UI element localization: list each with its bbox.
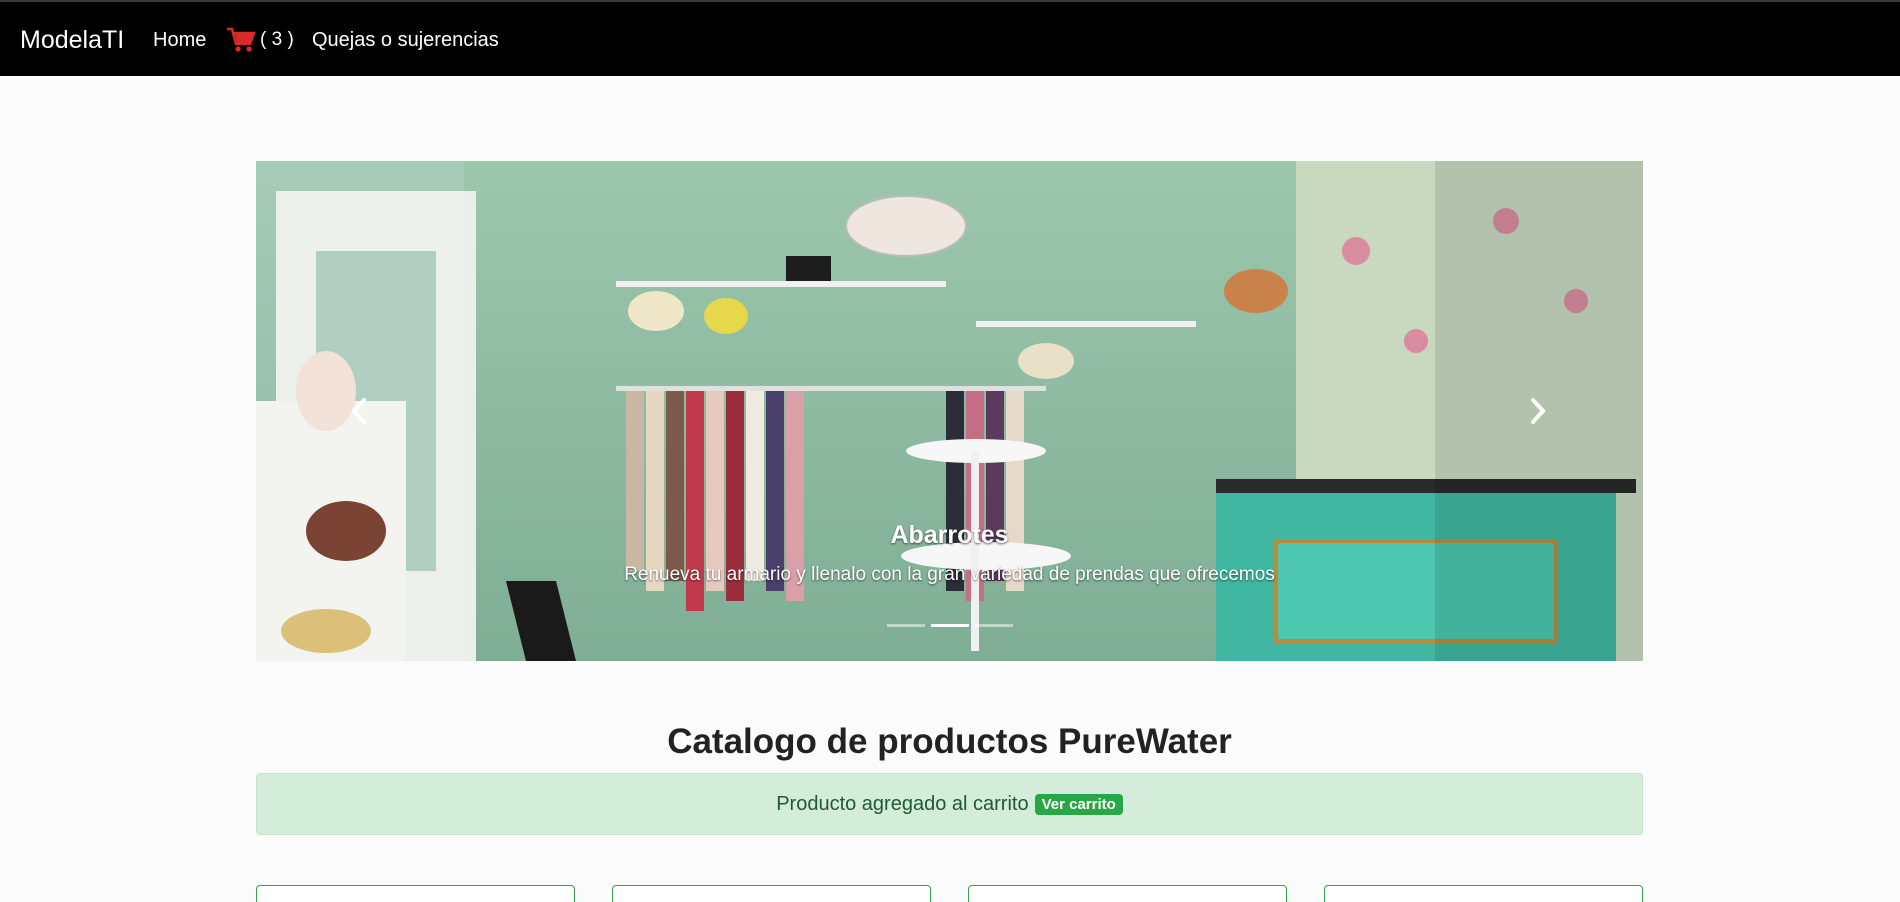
catalog-title: Catalogo de productos PureWater <box>667 722 1232 761</box>
view-cart-button[interactable]: Ver carrito <box>1034 793 1123 815</box>
product-card[interactable] <box>1324 885 1643 902</box>
hero-carousel: Abarrotes Renueva tu armario y llenalo c… <box>256 161 1643 661</box>
carousel-next-button[interactable] <box>1518 391 1558 431</box>
top-navbar: ModelaTI Home ( 3 ) Quejas o sujerencias <box>0 0 1900 76</box>
chevron-right-icon <box>1531 398 1546 424</box>
cart-success-alert: Producto agregado al carrito Ver carrito <box>256 773 1643 835</box>
carousel-indicators <box>256 624 1643 627</box>
nav-cart-link[interactable]: ( 3 ) <box>226 26 294 54</box>
carousel-caption-text: Renueva tu armario y llenalo con la gran… <box>624 564 1275 585</box>
carousel-indicator-2[interactable] <box>930 624 969 627</box>
carousel-prev-button[interactable] <box>339 391 379 431</box>
carousel-indicator-3[interactable] <box>974 624 1013 627</box>
brand-logo[interactable]: ModelaTI <box>20 24 124 56</box>
nav-home-link[interactable]: Home <box>153 26 206 54</box>
alert-message: Producto agregado al carrito <box>776 792 1029 815</box>
product-card[interactable] <box>968 885 1287 902</box>
product-card[interactable] <box>256 885 575 902</box>
shopping-cart-icon <box>227 27 256 52</box>
cart-count: ( 3 ) <box>260 29 294 50</box>
nav-quejas-link[interactable]: Quejas o sujerencias <box>312 26 499 54</box>
carousel-caption-title: Abarrotes <box>890 521 1009 549</box>
chevron-left-icon <box>351 398 366 424</box>
carousel-indicator-1[interactable] <box>886 624 925 627</box>
product-card[interactable] <box>612 885 931 902</box>
